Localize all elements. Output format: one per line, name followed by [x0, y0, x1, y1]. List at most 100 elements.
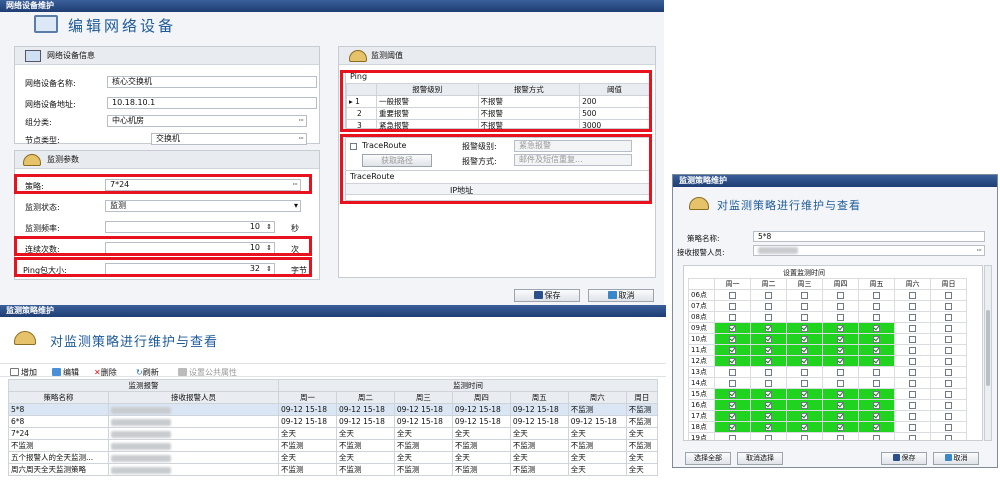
schedule-cell[interactable]	[822, 432, 859, 440]
schedule-cell[interactable]	[714, 300, 751, 312]
schedule-cell[interactable]	[858, 322, 895, 334]
schedule-checkbox[interactable]	[837, 346, 844, 354]
schedule-cell[interactable]	[858, 399, 895, 411]
table-row[interactable]: 7*24 全天 全天 全天 全天 全天 全天 全天	[8, 427, 659, 440]
schedule-cell[interactable]	[750, 399, 787, 411]
schedule-cell[interactable]	[750, 432, 787, 440]
schedule-cell[interactable]	[930, 322, 967, 334]
schedule-cell[interactable]	[858, 300, 895, 312]
schedule-checkbox[interactable]	[801, 324, 808, 332]
schedule-cell[interactable]	[894, 432, 931, 440]
schedule-checkbox[interactable]	[873, 324, 880, 332]
schedule-cell[interactable]	[930, 377, 967, 389]
schedule-cell[interactable]	[858, 388, 895, 400]
schedule-cell[interactable]	[786, 333, 823, 345]
schedule-cell[interactable]	[750, 333, 787, 345]
select-all-button[interactable]: 选择全部	[685, 452, 731, 465]
schedule-checkbox[interactable]	[801, 423, 808, 431]
schedule-cell[interactable]	[750, 311, 787, 323]
schedule-checkbox[interactable]	[873, 379, 880, 387]
schedule-checkbox[interactable]	[837, 324, 844, 332]
schedule-checkbox[interactable]	[945, 302, 952, 310]
schedule-cell[interactable]	[894, 377, 931, 389]
schedule-cell[interactable]	[822, 377, 859, 389]
schedule-cell[interactable]	[714, 311, 751, 323]
schedule-cell[interactable]	[930, 388, 967, 400]
schedule-cell[interactable]	[894, 399, 931, 411]
schedule-cell[interactable]	[822, 311, 859, 323]
schedule-cell[interactable]	[822, 399, 859, 411]
schedule-checkbox[interactable]	[873, 390, 880, 398]
schedule-cell[interactable]	[786, 322, 823, 334]
schedule-checkbox[interactable]	[801, 412, 808, 420]
scrollbar-thumb[interactable]	[986, 310, 990, 386]
schedule-cell[interactable]	[714, 289, 751, 301]
schedule-checkbox[interactable]	[945, 357, 952, 365]
schedule-cell[interactable]	[714, 355, 751, 367]
schedule-checkbox[interactable]	[945, 346, 952, 354]
detail-cancel-button[interactable]: 取消	[933, 452, 979, 465]
schedule-checkbox[interactable]	[873, 368, 880, 376]
schedule-cell[interactable]	[930, 355, 967, 367]
schedule-cell[interactable]	[822, 300, 859, 312]
schedule-checkbox[interactable]	[945, 368, 952, 376]
schedule-cell[interactable]	[894, 311, 931, 323]
schedule-checkbox[interactable]	[801, 401, 808, 409]
schedule-checkbox[interactable]	[765, 335, 772, 343]
schedule-cell[interactable]	[750, 355, 787, 367]
schedule-cell[interactable]	[930, 432, 967, 440]
schedule-checkbox[interactable]	[729, 357, 736, 365]
schedule-cell[interactable]	[786, 399, 823, 411]
schedule-cell[interactable]	[786, 366, 823, 378]
schedule-cell[interactable]	[894, 410, 931, 422]
schedule-checkbox[interactable]	[909, 335, 916, 343]
schedule-cell[interactable]	[786, 289, 823, 301]
schedule-checkbox[interactable]	[765, 423, 772, 431]
schedule-checkbox[interactable]	[765, 412, 772, 420]
schedule-checkbox[interactable]	[729, 379, 736, 387]
schedule-checkbox[interactable]	[837, 335, 844, 343]
schedule-checkbox[interactable]	[873, 291, 880, 299]
schedule-checkbox[interactable]	[909, 302, 916, 310]
schedule-checkbox[interactable]	[729, 423, 736, 431]
schedule-cell[interactable]	[750, 289, 787, 301]
schedule-checkbox[interactable]	[729, 412, 736, 420]
schedule-checkbox[interactable]	[909, 368, 916, 376]
schedule-cell[interactable]	[894, 333, 931, 345]
schedule-checkbox[interactable]	[837, 357, 844, 365]
schedule-cell[interactable]	[894, 421, 931, 433]
schedule-cell[interactable]	[930, 399, 967, 411]
monitor-status-select[interactable]: 监测 ▾	[105, 200, 301, 212]
schedule-cell[interactable]	[894, 300, 931, 312]
table-row[interactable]: 周六周天全天监测策略 不监测 不监测 不监测 不监测 不监测 全天 全天	[8, 463, 659, 476]
schedule-cell[interactable]	[750, 344, 787, 356]
schedule-cell[interactable]	[930, 421, 967, 433]
schedule-cell[interactable]	[714, 333, 751, 345]
schedule-cell[interactable]	[750, 300, 787, 312]
schedule-checkbox[interactable]	[873, 313, 880, 321]
schedule-checkbox[interactable]	[909, 390, 916, 398]
schedule-cell[interactable]	[930, 344, 967, 356]
frequency-stepper[interactable]: 10 ⇕	[105, 221, 275, 233]
schedule-cell[interactable]	[858, 333, 895, 345]
schedule-checkbox[interactable]	[765, 390, 772, 398]
schedule-cell[interactable]	[894, 366, 931, 378]
schedule-checkbox[interactable]	[837, 434, 844, 440]
schedule-checkbox[interactable]	[945, 412, 952, 420]
schedule-cell[interactable]	[822, 355, 859, 367]
schedule-cell[interactable]	[786, 421, 823, 433]
schedule-checkbox[interactable]	[909, 434, 916, 440]
device-name-input[interactable]: 核心交换机	[107, 76, 317, 88]
schedule-checkbox[interactable]	[837, 291, 844, 299]
schedule-checkbox[interactable]	[873, 346, 880, 354]
schedule-checkbox[interactable]	[909, 291, 916, 299]
schedule-cell[interactable]	[858, 289, 895, 301]
schedule-checkbox[interactable]	[837, 423, 844, 431]
schedule-cell[interactable]	[894, 344, 931, 356]
edit-button[interactable]: 编辑	[52, 367, 79, 378]
schedule-cell[interactable]	[858, 377, 895, 389]
table-row[interactable]: 不监测 不监测 不监测 不监测 不监测 不监测 不监测 不监测	[8, 439, 659, 452]
schedule-cell[interactable]	[714, 432, 751, 440]
schedule-checkbox[interactable]	[945, 335, 952, 343]
schedule-checkbox[interactable]	[945, 434, 952, 440]
